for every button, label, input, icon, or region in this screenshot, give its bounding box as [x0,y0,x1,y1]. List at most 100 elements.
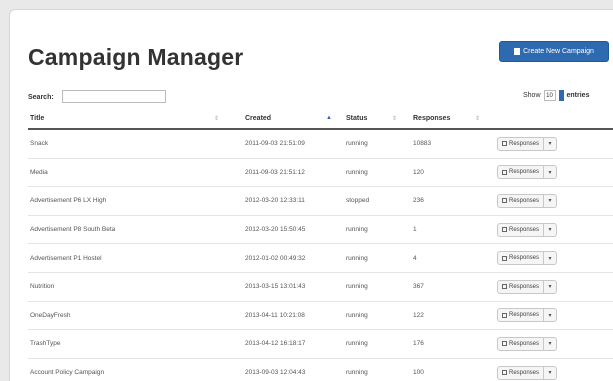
cell-responses: 4 [413,254,417,262]
cell-actions: Responses ▾ [484,193,613,208]
cell-responses: 122 [413,311,424,319]
actions-dropdown-button[interactable]: ▾ [544,222,558,237]
responses-icon [502,255,507,261]
cell-title: OneDayFresh [30,311,71,319]
table-row[interactable]: Snack 2011-09-03 21:51:09 running 10883 Resp… [28,130,613,159]
cell-status: running [346,340,368,348]
column-header-status[interactable]: Status ⇕ [336,109,401,128]
campaign-manager-panel: Campaign Manager Create New Campaign Sea… [9,9,613,381]
cell-created: 2013-09-03 12:04:43 [245,369,306,377]
responses-button[interactable]: Responses [497,365,545,380]
column-header-created[interactable]: Created ▲ [223,109,336,128]
cell-title: Media [30,168,48,176]
create-button-label: Create New Campaign [523,48,594,55]
responses-button-label: Responses [509,340,540,347]
cell-actions: Responses ▾ [484,279,613,294]
table-row[interactable]: Account Policy Campaign 2013-09-03 12:04:… [28,359,613,381]
document-icon [514,48,521,55]
column-header-responses[interactable]: Responses ⇕ [401,109,484,128]
cell-actions: Responses ▾ [484,136,613,151]
cell-actions: Responses ▾ [484,336,613,351]
cell-actions: Responses ▾ [484,222,613,237]
cell-status: running [346,168,368,176]
responses-button[interactable]: Responses [497,336,545,351]
cell-created: 2012-01-02 00:49:32 [245,254,306,262]
cell-responses: 176 [413,340,424,348]
cell-actions: Responses ▾ [484,365,613,380]
responses-button[interactable]: Responses [497,193,545,208]
table-row[interactable]: Advertisement P8 South Beta 2012-03-20 15… [28,216,613,245]
cell-status: running [346,283,368,291]
cell-status: running [346,254,368,262]
responses-button[interactable]: Responses [497,165,545,180]
show-label: Show [523,92,541,99]
table-row[interactable]: Nutrition 2013-03-15 13:01:43 running 367 Re… [28,273,613,302]
responses-icon [502,284,507,290]
search-input[interactable] [62,90,166,103]
actions-dropdown-button[interactable]: ▾ [544,136,558,151]
table-row[interactable]: TrashType 2013-04-12 16:18:17 running 176 Re… [28,330,613,359]
responses-button[interactable]: Responses [497,251,545,266]
actions-dropdown-button[interactable]: ▾ [544,193,558,208]
cell-responses: 120 [413,168,424,176]
cell-responses: 367 [413,283,424,291]
responses-button[interactable]: Responses [497,222,545,237]
column-header-title[interactable]: Title ⇕ [28,109,223,128]
actions-dropdown-button[interactable]: ▾ [544,336,558,351]
actions-dropdown-button[interactable]: ▾ [544,308,558,323]
page-length-select[interactable]: 10 [543,90,556,101]
create-new-campaign-button[interactable]: Create New Campaign [499,41,609,62]
column-header-actions [484,109,613,128]
cell-status: running [346,226,368,234]
actions-dropdown-button[interactable]: ▾ [544,165,558,180]
cell-title: TrashType [30,340,61,348]
responses-button-label: Responses [509,169,540,176]
cell-responses: 10883 [413,140,432,148]
column-created-label: Created [245,115,272,122]
responses-button-label: Responses [509,140,540,147]
cell-actions: Responses ▾ [484,251,613,266]
cell-created: 2013-04-11 10:21:08 [245,311,305,319]
entries-label: entries [566,92,590,99]
responses-button-label: Responses [509,312,540,319]
actions-dropdown-button[interactable]: ▾ [544,251,558,266]
responses-icon [502,169,507,175]
cell-title: Advertisement P8 South Beta [30,226,116,234]
table-row[interactable]: Advertisement P6 LX High 2012-03-20 12:33… [28,187,613,216]
search-label: Search: [28,94,54,101]
cell-status: running [346,369,368,377]
table-header: Title ⇕ Created ▲ Status ⇕ Responses ⇕ [28,109,613,130]
responses-button[interactable]: Responses [497,308,545,323]
actions-dropdown-button[interactable]: ▾ [544,365,558,380]
responses-icon [502,198,507,204]
sort-ascending-icon: ▲ [326,115,332,121]
cell-status: running [346,311,368,319]
page-title: Campaign Manager [28,44,244,70]
cell-status: stopped [346,197,370,205]
responses-icon [502,341,507,347]
column-title-label: Title [30,115,45,122]
responses-button-label: Responses [509,283,540,290]
responses-button[interactable]: Responses [497,136,545,151]
cell-responses: 1 [413,226,417,234]
responses-button-label: Responses [509,197,540,204]
table-row[interactable]: OneDayFresh 2013-04-11 10:21:08 running 122… [28,302,613,331]
sort-icon: ⇕ [391,116,397,122]
page-length-spinner[interactable] [558,90,564,101]
responses-button-label: Responses [509,369,540,376]
cell-responses: 236 [413,197,424,205]
cell-actions: Responses ▾ [484,165,613,180]
cell-created: 2011-09-03 21:51:09 [245,140,305,148]
table-row[interactable]: Media 2011-09-03 21:51:12 running 120 Respon… [28,159,613,188]
sort-icon: ⇕ [474,116,480,122]
cell-created: 2012-03-20 12:33:11 [245,197,305,205]
table-row[interactable]: Advertisement P1 Hostel 2012-01-02 00:49:… [28,244,613,273]
campaign-table: Title ⇕ Created ▲ Status ⇕ Responses ⇕ S… [28,109,613,381]
actions-dropdown-button[interactable]: ▾ [544,279,558,294]
cell-title: Advertisement P6 LX High [30,197,107,205]
cell-title: Advertisement P1 Hostel [30,254,102,262]
responses-icon [502,370,507,376]
column-responses-label: Responses [413,115,451,122]
responses-button[interactable]: Responses [497,279,545,294]
cell-title: Snack [30,140,49,148]
